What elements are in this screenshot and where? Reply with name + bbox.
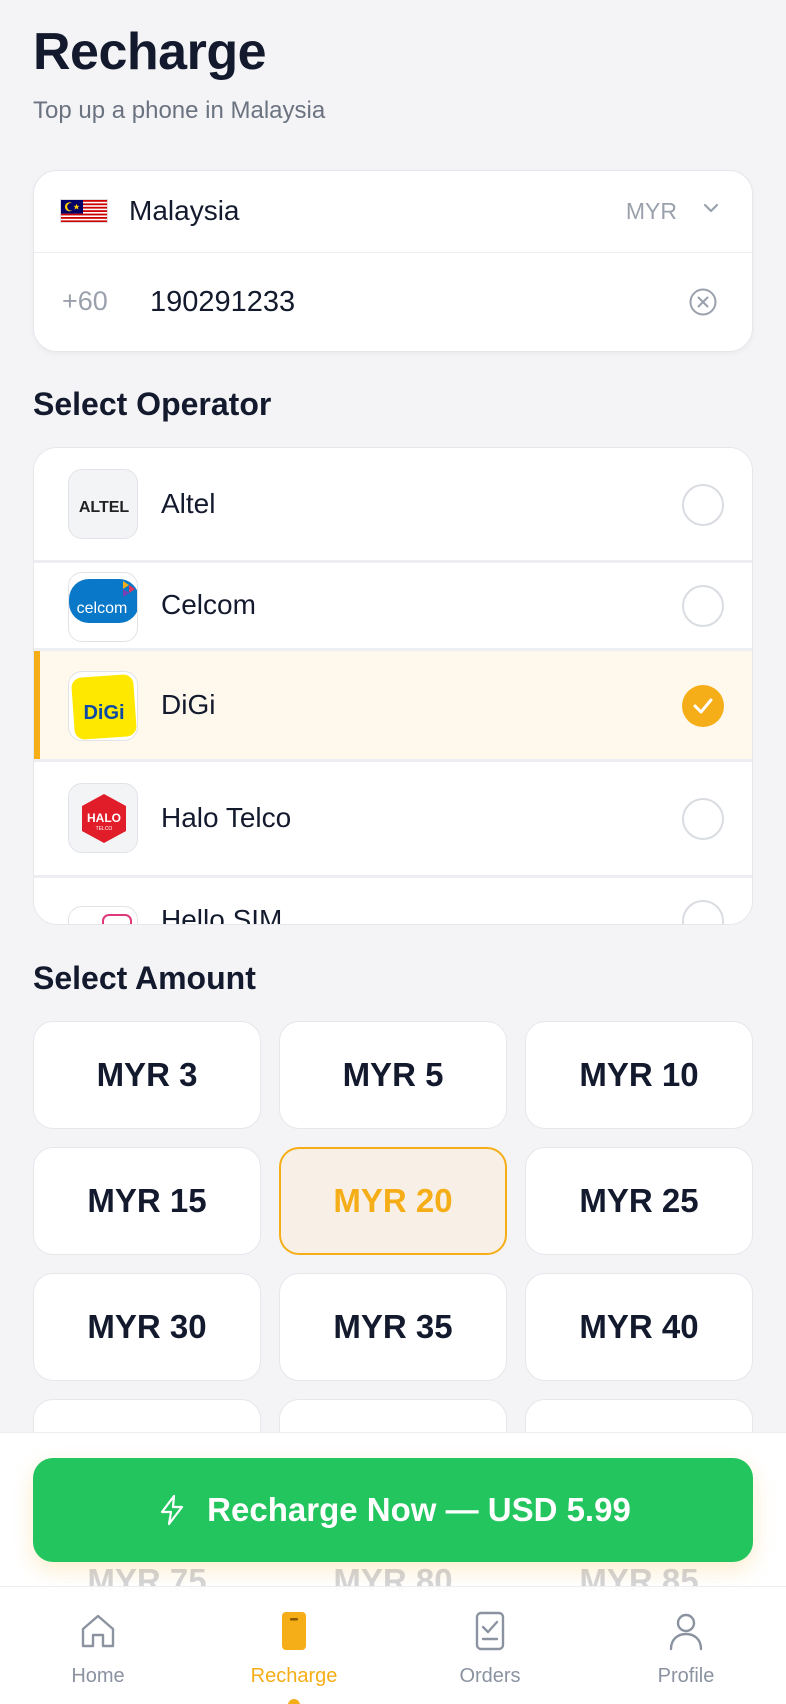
amount-option[interactable]: MYR 3 bbox=[33, 1021, 261, 1129]
nav-item-profile[interactable]: Profile bbox=[588, 1587, 784, 1704]
recharge-screen: Recharge Top up a phone in Malaysia Mala… bbox=[0, 0, 786, 1704]
svg-text:TELCO: TELCO bbox=[96, 826, 113, 832]
operator-radio[interactable] bbox=[682, 585, 724, 627]
country-name: Malaysia bbox=[129, 195, 240, 226]
recharge-now-button[interactable]: Recharge Now — USD 5.99 bbox=[33, 1458, 753, 1562]
operator-name: Celcom bbox=[161, 589, 256, 620]
amount-option[interactable]: MYR 15 bbox=[33, 1147, 261, 1255]
user-icon bbox=[669, 1613, 703, 1651]
clear-icon[interactable] bbox=[688, 287, 718, 317]
nav-label: Orders bbox=[459, 1665, 521, 1687]
phone-entry-card: Malaysia MYR +60 bbox=[33, 170, 753, 352]
operator-list: ALTEL Altel celcom Celcom DiGi DiGi HALO… bbox=[33, 447, 753, 925]
phone-icon bbox=[282, 1612, 306, 1650]
operator-name: Halo Telco bbox=[161, 802, 292, 833]
country-picker[interactable]: Malaysia MYR bbox=[34, 171, 752, 253]
phone-number-input[interactable] bbox=[150, 280, 630, 324]
hello-sim-logo bbox=[68, 906, 138, 924]
bottom-nav: Home Recharge Orders Profile bbox=[0, 1586, 786, 1704]
svg-text:HALO: HALO bbox=[87, 811, 121, 825]
operator-section-title: Select Operator bbox=[33, 386, 272, 422]
amount-section-title: Select Amount bbox=[33, 960, 256, 996]
operator-item-celcom[interactable]: celcom Celcom bbox=[34, 563, 752, 651]
operator-radio[interactable] bbox=[682, 900, 724, 924]
phone-number-row: +60 bbox=[34, 253, 752, 353]
svg-text:ALTEL: ALTEL bbox=[79, 499, 130, 516]
currency-code: MYR bbox=[625, 198, 677, 224]
operator-item-altel[interactable]: ALTEL Altel bbox=[34, 448, 752, 563]
amount-option[interactable]: MYR 5 bbox=[279, 1021, 507, 1129]
svg-text:DiGi: DiGi bbox=[83, 702, 124, 724]
active-indicator bbox=[288, 1699, 300, 1704]
altel-logo: ALTEL bbox=[68, 469, 138, 539]
operator-item-digi[interactable]: DiGi DiGi bbox=[34, 651, 752, 762]
amount-option[interactable]: MYR 40 bbox=[525, 1273, 753, 1381]
nav-item-recharge[interactable]: Recharge bbox=[196, 1587, 392, 1704]
nav-label: Recharge bbox=[250, 1665, 338, 1687]
nav-label: Home bbox=[71, 1665, 125, 1687]
amount-option[interactable]: MYR 30 bbox=[33, 1273, 261, 1381]
operator-item-halo-telco[interactable]: HALO TELCO Halo Telco bbox=[34, 762, 752, 878]
amount-option[interactable]: MYR 10 bbox=[525, 1021, 753, 1129]
svg-text:celcom: celcom bbox=[77, 600, 128, 617]
home-icon bbox=[81, 1614, 115, 1648]
lightning-icon bbox=[161, 1494, 184, 1526]
operator-name: Hello SIM bbox=[161, 904, 283, 925]
page-title: Recharge bbox=[33, 23, 267, 81]
check-icon bbox=[693, 698, 713, 714]
amount-option[interactable]: MYR 35 bbox=[279, 1273, 507, 1381]
dial-prefix: +60 bbox=[62, 286, 108, 316]
operator-name: Altel bbox=[161, 488, 216, 519]
malaysia-flag-icon bbox=[60, 199, 108, 223]
digi-logo: DiGi bbox=[68, 671, 138, 741]
recharge-now-label: Recharge Now — USD 5.99 bbox=[207, 1491, 631, 1528]
operator-radio[interactable] bbox=[682, 484, 724, 526]
operator-item-hello-sim[interactable]: Hello SIM bbox=[34, 878, 752, 925]
nav-label: Profile bbox=[657, 1665, 715, 1687]
amount-option[interactable]: MYR 25 bbox=[525, 1147, 753, 1255]
operator-name: DiGi bbox=[161, 689, 216, 720]
amount-option-selected[interactable]: MYR 20 bbox=[279, 1147, 507, 1255]
halo-telco-logo: HALO TELCO bbox=[68, 783, 138, 853]
celcom-logo: celcom bbox=[68, 572, 138, 642]
nav-item-home[interactable]: Home bbox=[0, 1587, 196, 1704]
page-subtitle: Top up a phone in Malaysia bbox=[33, 97, 326, 124]
operator-radio[interactable] bbox=[682, 798, 724, 840]
chevron-down-icon bbox=[703, 203, 719, 213]
nav-item-orders[interactable]: Orders bbox=[392, 1587, 588, 1704]
operator-radio-checked[interactable] bbox=[682, 685, 724, 727]
clipboard-check-icon bbox=[475, 1611, 505, 1651]
